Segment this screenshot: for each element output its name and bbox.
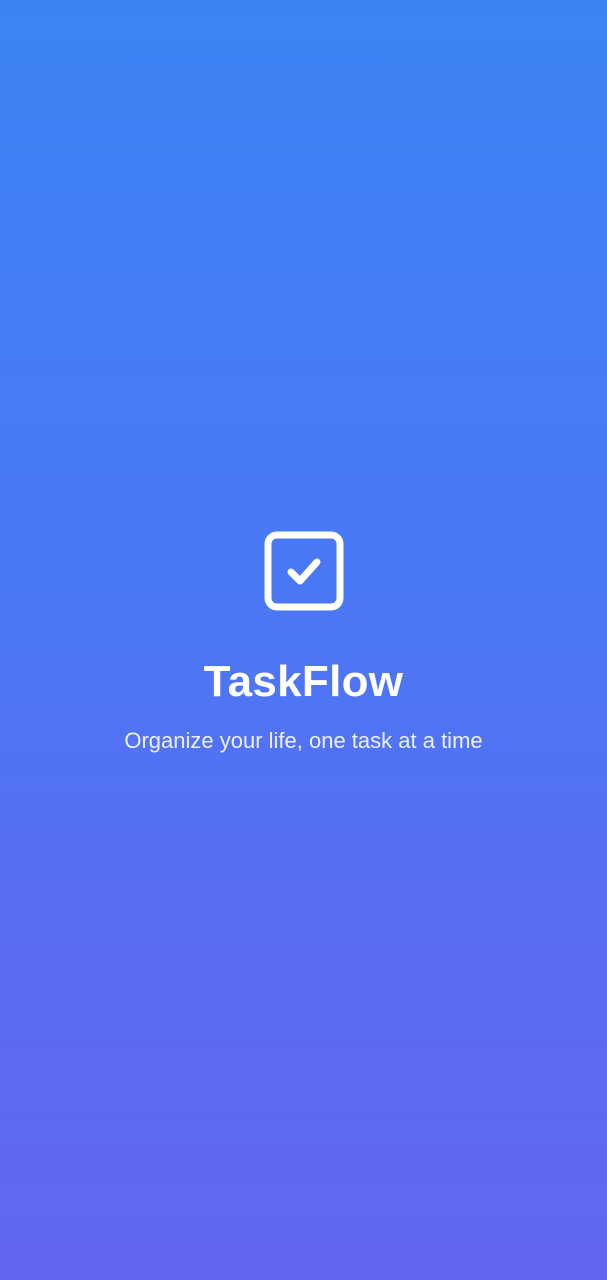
app-title: TaskFlow <box>203 657 404 706</box>
checkbox-checked-icon <box>264 531 344 611</box>
splash-screen: TaskFlow Organize your life, one task at… <box>0 0 607 1280</box>
app-tagline: Organize your life, one task at a time <box>124 728 483 753</box>
